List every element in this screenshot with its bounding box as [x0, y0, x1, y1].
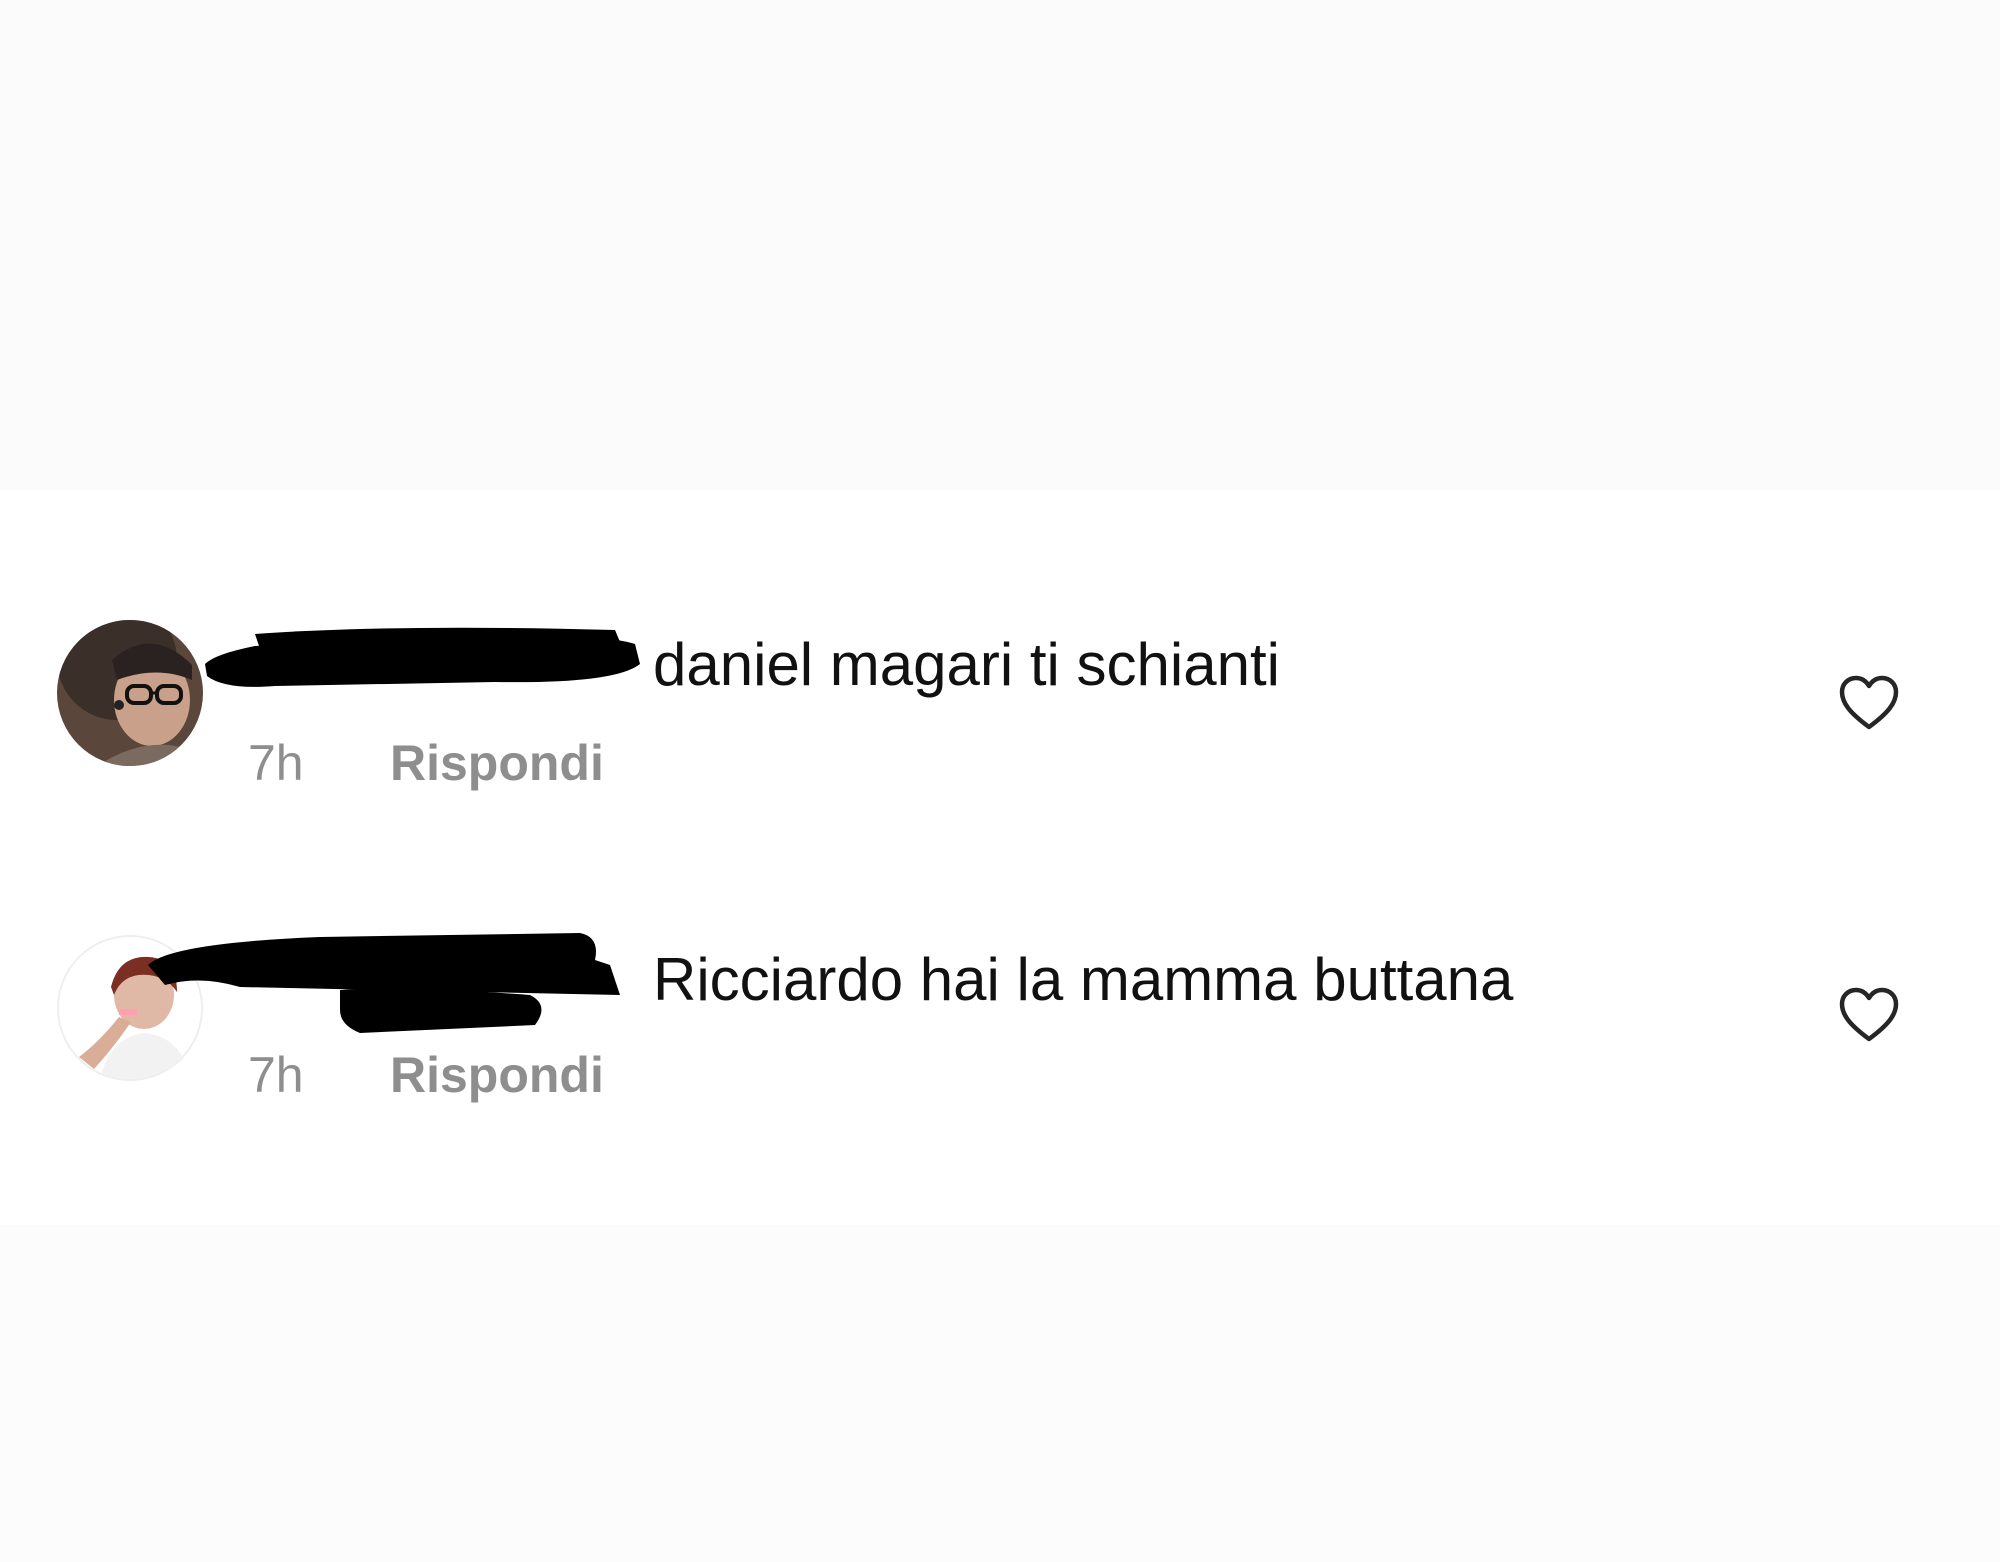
reply-button[interactable]: Rispondi — [390, 1050, 604, 1100]
redaction-scribble — [195, 624, 645, 694]
comment-item: daniel magari ti schianti 7h Rispondi — [0, 620, 2000, 820]
avatar[interactable] — [57, 620, 203, 766]
reply-button[interactable]: Rispondi — [390, 738, 604, 788]
redaction-mark — [148, 933, 620, 1033]
heart-outline-icon — [1839, 675, 1899, 730]
comments-panel: daniel magari ti schianti 7h Rispondi Ri… — [0, 490, 2000, 1225]
comment-text: Ricciardo hai la mamma buttana — [653, 946, 1514, 1013]
like-button[interactable] — [1838, 987, 1900, 1043]
blank-area-top — [0, 0, 2000, 490]
comment-text: daniel magari ti schianti — [653, 631, 1280, 698]
heart-outline-icon — [1839, 987, 1899, 1042]
comment-timestamp: 7h — [248, 735, 304, 791]
comment-timestamp: 7h — [248, 1047, 304, 1103]
comment-item: Ricciardo hai la mamma buttana 7h Rispon… — [0, 925, 2000, 1125]
blank-area-bottom — [0, 1225, 2000, 1562]
redaction-scribble — [140, 925, 640, 1045]
redaction-mark — [205, 627, 640, 687]
like-button[interactable] — [1838, 675, 1900, 731]
avatar-image — [57, 620, 203, 766]
